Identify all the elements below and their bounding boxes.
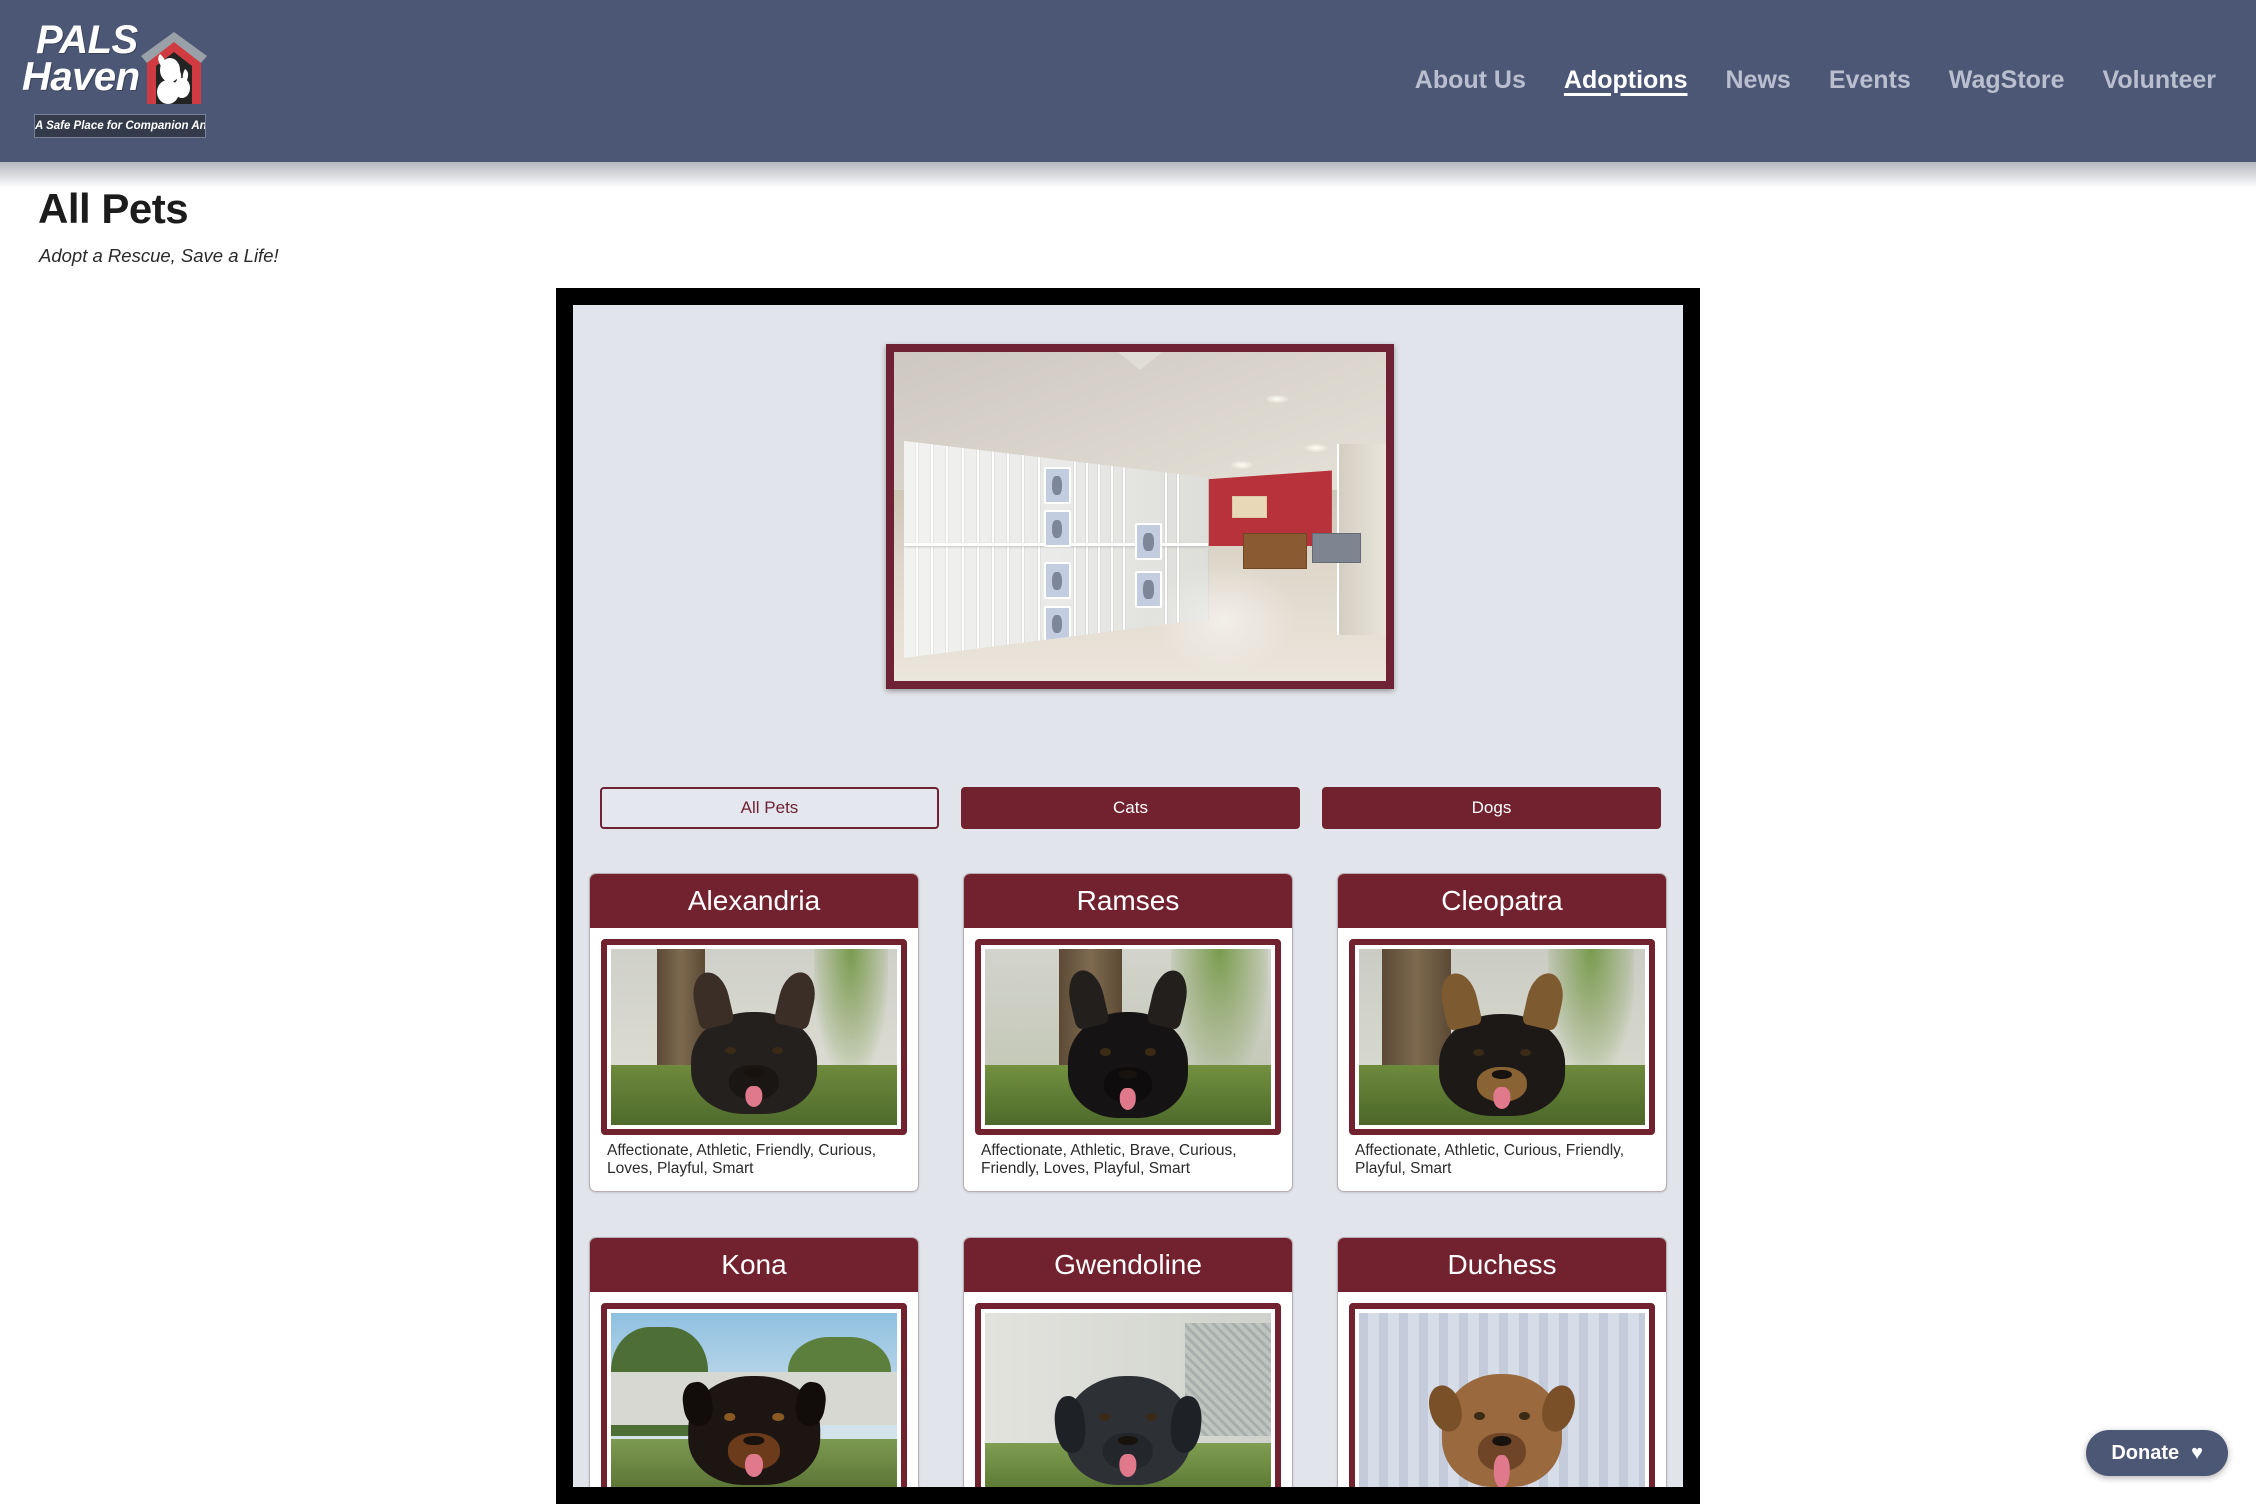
pet-card-name: Duchess <box>1338 1237 1666 1292</box>
pet-photo <box>1359 1312 1645 1487</box>
pet-card-name: Kona <box>590 1237 918 1292</box>
nav-item-wagstore[interactable]: WagStore <box>1949 66 2065 97</box>
nav-item-volunteer[interactable]: Volunteer <box>2103 66 2216 97</box>
nav-item-about-us[interactable]: About Us <box>1415 66 1526 97</box>
filter-button-all-pets[interactable]: All Pets <box>600 787 939 829</box>
logo-line-2: Haven <box>22 54 140 99</box>
pet-photo <box>985 1312 1271 1487</box>
pet-photo <box>985 949 1271 1125</box>
pet-photo-frame <box>1349 1302 1655 1487</box>
pet-photo-frame <box>1349 939 1655 1135</box>
nav-item-adoptions[interactable]: Adoptions <box>1564 66 1688 97</box>
pet-card[interactable]: Ramses Affectionate, Athletic, Brave, Cu… <box>963 873 1293 1192</box>
pet-card[interactable]: Kona <box>589 1236 919 1487</box>
pet-photo-frame <box>975 1302 1281 1487</box>
dog-house-icon <box>141 32 207 104</box>
pet-photo-frame <box>601 939 907 1135</box>
pet-type-filter-bar: All Pets Cats Dogs <box>600 787 1662 829</box>
nav-item-news[interactable]: News <box>1726 66 1791 97</box>
pet-card[interactable]: Duchess <box>1337 1236 1667 1487</box>
donate-button-label: Donate <box>2111 1441 2180 1464</box>
heart-icon: ♥ <box>2191 1442 2203 1464</box>
pet-card[interactable]: Cleopatra Affectionate, Athletic, Curiou… <box>1337 873 1667 1192</box>
pet-photo-frame <box>975 939 1281 1135</box>
main-navigation: About Us Adoptions News Events WagStore … <box>1415 0 2216 162</box>
pet-grid: Alexandria Affectionate, Athletic, Frien… <box>589 873 1667 1487</box>
donate-button[interactable]: Donate ♥ <box>2086 1430 2228 1476</box>
pet-photo-frame <box>601 1302 907 1487</box>
pet-card-traits: Affectionate, Athletic, Friendly, Curiou… <box>607 1142 877 1178</box>
logo-tagline: A Safe Place for Companion Animals <box>34 114 206 138</box>
pet-card[interactable]: Gwendoline <box>963 1236 1293 1487</box>
shelter-kennel-room-image <box>894 352 1386 681</box>
pet-card-name: Cleopatra <box>1338 874 1666 928</box>
pet-card-traits: Affectionate, Athletic, Curious, Friendl… <box>1355 1142 1625 1178</box>
pet-card[interactable]: Alexandria Affectionate, Athletic, Frien… <box>589 873 919 1192</box>
logo-wordmark: PALS Haven <box>22 18 156 97</box>
pet-card-name: Gwendoline <box>964 1237 1292 1292</box>
pet-photo <box>611 949 897 1125</box>
pet-card-name: Ramses <box>964 874 1292 928</box>
pet-photo <box>611 1312 897 1487</box>
content-panel: All Pets Cats Dogs Alexandria Affectiona… <box>556 288 1700 1504</box>
hero-image-frame <box>886 344 1394 689</box>
page-subtitle: Adopt a Rescue, Save a Life! <box>39 245 279 266</box>
pet-card-name: Alexandria <box>590 874 918 928</box>
site-logo[interactable]: PALS Haven A Safe Place for Companion An… <box>22 16 209 146</box>
filter-button-cats[interactable]: Cats <box>961 787 1300 829</box>
logo-line-1: PALS <box>36 18 138 62</box>
page-title: All Pets <box>38 185 189 232</box>
panel-inner: All Pets Cats Dogs Alexandria Affectiona… <box>573 305 1683 1487</box>
pet-photo <box>1359 949 1645 1125</box>
site-header: PALS Haven A Safe Place for Companion An… <box>0 0 2256 188</box>
pet-card-traits: Affectionate, Athletic, Brave, Curious, … <box>981 1142 1237 1178</box>
filter-button-dogs[interactable]: Dogs <box>1322 787 1661 829</box>
nav-item-events[interactable]: Events <box>1829 66 1911 97</box>
